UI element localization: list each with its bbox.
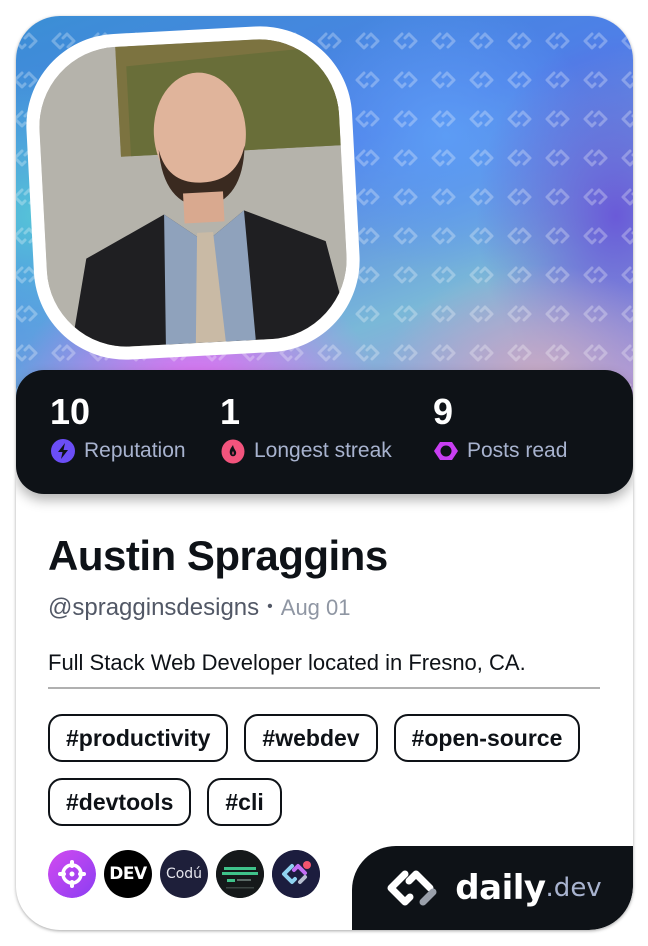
cover-background xyxy=(16,16,633,416)
dev-logo: DEV xyxy=(109,864,147,884)
ring-icon xyxy=(433,438,459,464)
source-dev-to[interactable]: DEV xyxy=(104,850,152,898)
tag-chip[interactable]: #webdev xyxy=(244,714,378,762)
profile-handle[interactable]: @spragginsdesigns xyxy=(48,594,259,622)
separator-dot: • xyxy=(267,598,273,615)
stat-longest-streak: 1 Longest streak xyxy=(220,390,392,464)
daily-dev-icon xyxy=(272,850,320,898)
source-list: DEV Codú xyxy=(48,850,320,898)
tag-list: #productivity #webdev #open-source #devt… xyxy=(48,714,608,826)
progressive-js-thumbnail xyxy=(216,850,264,898)
brand-suffix: .dev xyxy=(545,873,602,903)
profile-bio: Full Stack Web Developer located in Fres… xyxy=(48,650,526,675)
longest-streak-value: 1 xyxy=(220,391,241,432)
source-daily-dev[interactable] xyxy=(272,850,320,898)
source-target[interactable] xyxy=(48,850,96,898)
stat-posts-read: 9 Posts read xyxy=(433,390,567,464)
source-codu[interactable]: Codú xyxy=(160,850,208,898)
avatar-frame xyxy=(21,21,365,365)
tag-chip[interactable]: #open-source xyxy=(393,714,581,762)
daily-dev-logo-icon xyxy=(387,870,437,906)
tag-chip[interactable]: #devtools xyxy=(48,778,192,826)
longest-streak-label: Longest streak xyxy=(254,439,392,462)
source-progressive-js[interactable] xyxy=(216,850,264,898)
reputation-value: 10 xyxy=(50,391,91,432)
codu-logo: Codú xyxy=(165,866,203,882)
profile-name: Austin Spraggins xyxy=(48,532,388,579)
joined-date: Aug 01 xyxy=(280,595,351,620)
flame-icon xyxy=(220,438,246,464)
daily-dev-brand[interactable]: daily .dev xyxy=(352,846,633,930)
target-icon xyxy=(48,850,96,898)
posts-read-value: 9 xyxy=(433,391,454,432)
handle-row: @spragginsdesigns • Aug 01 xyxy=(48,594,351,622)
divider xyxy=(48,687,600,689)
devcard: 10 Reputation 1 Longest streak 9 Posts r… xyxy=(16,16,633,930)
tag-chip[interactable]: #productivity xyxy=(48,714,229,762)
lightning-icon xyxy=(50,438,76,464)
stats-bar: 10 Reputation 1 Longest streak 9 Posts r… xyxy=(16,370,633,494)
posts-read-label: Posts read xyxy=(467,439,568,462)
reputation-label: Reputation xyxy=(84,439,186,462)
brand-word: daily xyxy=(455,868,546,908)
avatar xyxy=(35,35,351,351)
stat-reputation: 10 Reputation xyxy=(50,390,186,464)
tag-chip[interactable]: #cli xyxy=(207,778,282,826)
